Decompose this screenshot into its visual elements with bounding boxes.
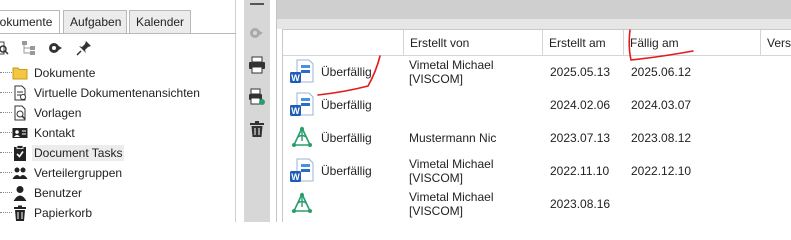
tree-item-benutzer[interactable]: Benutzer [0,183,236,203]
tree-connector [0,192,12,193]
status-label: Überfällig [321,164,372,178]
column-header-faellig-am[interactable]: Fällig am [623,30,760,56]
created-date: 2025.05.13 [550,65,611,79]
column-header-erstellt-am[interactable]: Erstellt am [542,30,623,56]
tree-connector [0,172,12,173]
tab-dokumente[interactable]: Dokumente [0,10,60,34]
task-grid: Erstellt von Erstellt am Fällig am Vers … [282,29,791,222]
due-date: 2024.03.07 [631,98,692,112]
tree-item-label: Benutzer [34,186,83,200]
navigate-arrow-icon[interactable] [48,40,64,56]
user-icon [13,186,27,201]
author-org: [VISCOM] [409,72,464,86]
contact-card-icon [12,128,28,138]
panel-divider [276,0,277,222]
delete-icon[interactable] [248,120,266,138]
status-label: Überfällig [321,131,372,145]
print-preview-icon[interactable] [248,88,266,106]
tree-item-label: Virtuelle Dokumentenansichten [34,86,200,100]
table-row[interactable]: W Überfällig Vimetal Michael [VISCOM] 20… [283,156,791,186]
tab-kalender[interactable]: Kalender [129,10,191,33]
action-toolbar [244,0,270,222]
tree-structure-icon[interactable] [21,40,37,56]
tree-item-label: Dokumente [34,66,96,80]
tree-item-virtuelle-dokumentenansichten[interactable]: Virtuelle Dokumentenansichten [0,83,236,103]
tab-bar: Dokumente Aufgaben Kalender [0,10,236,34]
created-date: 2023.08.16 [550,197,611,211]
tree-connector [0,72,12,73]
search-tree-icon[interactable] [0,40,10,56]
svg-text:W: W [291,172,300,182]
column-header-version[interactable]: Vers [760,30,791,56]
status-label: Überfällig [321,98,372,112]
tree-item-label: Papierkorb [34,206,93,220]
tree-item-document-tasks[interactable]: Document Tasks [0,143,236,163]
table-row[interactable]: Überfällig Mustermann Nic 2023.07.13 202… [283,123,791,153]
tree-connector [0,112,12,113]
grid-toolbar-strip [277,0,791,19]
tree-item-label: Document Tasks [32,145,125,161]
trash-icon [14,205,26,221]
template-icon [14,105,26,121]
tree-connector [0,152,12,153]
tree-item-kontakt[interactable]: Kontakt [0,123,236,143]
group-icon [12,167,28,179]
author-org: [VISCOM] [409,171,464,185]
table-row[interactable]: W Überfällig Vimetal Michael [VISCOM] 20… [283,57,791,87]
tree-item-verteilergruppen[interactable]: Verteilergruppen [0,163,236,183]
tree-item-label: Kontakt [34,126,75,140]
menu-icon[interactable] [248,0,266,12]
created-date: 2022.11.10 [550,164,610,178]
word-document-icon: W [290,92,314,116]
author-cell: Vimetal Michael [VISCOM] [409,157,493,187]
word-document-icon: W [290,59,314,83]
workflow-leaf-icon [292,192,312,213]
table-row[interactable]: Vimetal Michael [VISCOM] 2023.08.16 [283,189,791,219]
grid-header: Erstellt von Erstellt am Fällig am Vers [283,30,791,56]
due-date: 2022.12.10 [631,164,692,178]
author-cell: Vimetal Michael [VISCOM] [409,190,493,220]
task-clipboard-icon [14,145,26,161]
svg-text:W: W [291,106,300,116]
due-date: 2023.08.12 [631,131,692,145]
svg-text:W: W [291,73,300,83]
author-cell: Vimetal Michael [VISCOM] [409,58,493,88]
column-header-type[interactable] [283,30,403,56]
forward-arrow-icon[interactable] [248,24,266,42]
tree-item-dokumente[interactable]: Dokumente [0,63,236,83]
tab-aufgaben[interactable]: Aufgaben [63,10,127,33]
document-view-icon [14,85,26,101]
column-header-erstellt-von[interactable]: Erstellt von [403,30,542,56]
tree-connector [0,132,12,133]
tab-divider [0,33,236,34]
status-label: Überfällig [321,65,372,79]
grid-spacer [277,19,791,29]
pin-icon[interactable] [76,40,92,56]
navigation-panel: Dokumente Aufgaben Kalender [0,0,236,222]
word-document-icon: W [290,158,314,182]
due-date: 2025.06.12 [631,65,692,79]
tree-toolbar [0,37,236,59]
folder-icon [12,67,28,80]
tree-connector [0,92,12,93]
author-name: Mustermann Nic [409,131,497,145]
author-name: Vimetal Michael [409,190,494,204]
print-icon[interactable] [248,56,266,74]
tree-item-label: Verteilergruppen [34,166,123,180]
workflow-leaf-icon [292,126,312,147]
author-name: Vimetal Michael [409,157,494,171]
created-date: 2024.02.06 [550,98,611,112]
tree-item-papierkorb[interactable]: Papierkorb [0,203,236,223]
tree-item-vorlagen[interactable]: Vorlagen [0,103,236,123]
table-row[interactable]: W Überfällig 2024.02.06 2024.03.07 [283,90,791,120]
created-date: 2023.07.13 [550,131,611,145]
author-org: [VISCOM] [409,204,464,218]
author-name: Vimetal Michael [409,58,494,72]
tree-item-label: Vorlagen [34,106,82,120]
tree-connector [0,212,12,213]
